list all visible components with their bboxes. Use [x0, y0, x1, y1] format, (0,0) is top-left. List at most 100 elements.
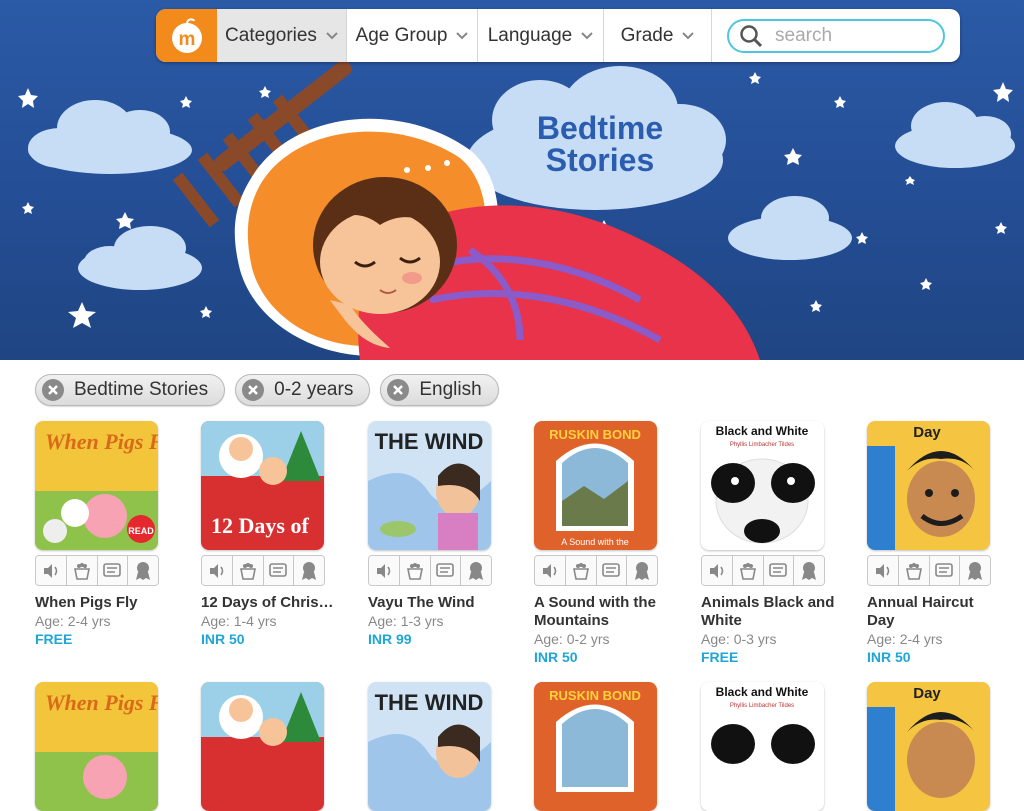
book-price: INR 50: [534, 649, 578, 665]
search-box[interactable]: [727, 18, 945, 53]
book-card[interactable]: 12 Days of 12 Days of Christ… Age: 1-4 y…: [201, 421, 341, 648]
animation-icon[interactable]: [898, 556, 930, 585]
hero-title: Bedtime Stories: [520, 112, 680, 176]
book-actions: [701, 555, 825, 586]
filter-chip-bedtime-stories[interactable]: Bedtime Stories: [35, 374, 226, 406]
text-icon[interactable]: [929, 556, 961, 585]
text-icon[interactable]: [430, 556, 462, 585]
animation-icon[interactable]: [565, 556, 597, 585]
book-card[interactable]: Black and White Phyllis Limbacher Tildes…: [701, 421, 841, 666]
text-icon[interactable]: [763, 556, 795, 585]
cover-title: THE WIND: [375, 429, 484, 454]
grade-dropdown[interactable]: Grade: [604, 9, 712, 62]
remove-filter-icon[interactable]: [242, 379, 265, 401]
remove-filter-icon[interactable]: [42, 379, 64, 401]
book-card[interactable]: Black and White Phyllis Limbacher Tildes: [701, 682, 841, 811]
book-card[interactable]: [201, 682, 341, 811]
hero-title-line2: Stories: [545, 142, 655, 178]
book-actions: [534, 555, 658, 586]
language-dropdown[interactable]: Language: [478, 9, 604, 62]
text-icon[interactable]: [263, 556, 295, 585]
cover-subtitle: A Sound with the: [561, 537, 629, 547]
search-input[interactable]: [773, 23, 927, 48]
language-label: Language: [487, 24, 573, 46]
logo-letter: m: [178, 29, 195, 50]
book-cover[interactable]: 12 Days of: [201, 421, 324, 550]
book-title[interactable]: Vayu The Wind: [368, 594, 502, 612]
filter-chip-label: Bedtime Stories: [74, 379, 209, 400]
book-title[interactable]: Animals Black and White: [701, 594, 835, 630]
book-card[interactable]: RUSKIN BOND A Sound with the A Sound wit…: [534, 421, 674, 666]
book-cover[interactable]: THE WIND: [368, 682, 491, 811]
active-filters: Bedtime Stories 0-2 years English: [35, 374, 499, 406]
age-group-label: Age Group: [355, 24, 448, 46]
book-age: Age: 2-4 yrs: [867, 631, 943, 647]
cover-title: RUSKIN BOND: [549, 427, 641, 442]
chevron-down-icon: [456, 31, 469, 39]
book-age: Age: 0-2 yrs: [534, 631, 610, 647]
animation-icon[interactable]: [66, 556, 98, 585]
top-nav: m Categories Age Group Language Grade: [156, 9, 960, 62]
read-badge: READ: [128, 526, 154, 536]
book-cover[interactable]: When Pigs Fly READ: [35, 421, 158, 550]
book-price: FREE: [35, 631, 73, 647]
chevron-down-icon: [682, 31, 695, 39]
book-card[interactable]: When Pigs Fly: [35, 682, 175, 811]
book-card[interactable]: When Pigs Fly READ When Pigs Fly Age: 2-…: [35, 421, 175, 648]
award-icon[interactable]: [960, 556, 990, 585]
text-icon[interactable]: [97, 556, 129, 585]
cover-title: Black and White: [716, 424, 809, 438]
book-title[interactable]: Annual Haircut Day: [867, 594, 1001, 630]
book-cover[interactable]: [201, 682, 324, 811]
audio-icon[interactable]: [868, 556, 899, 585]
book-card[interactable]: Day Annual Haircut Day Age: 2-4 yrs INR …: [867, 421, 1007, 666]
award-icon[interactable]: [627, 556, 657, 585]
book-title[interactable]: A Sound with the Mountains: [534, 594, 668, 630]
cover-subtitle: Phyllis Limbacher Tildes: [730, 442, 794, 448]
book-card[interactable]: THE WIND: [368, 682, 508, 811]
audio-icon[interactable]: [702, 556, 733, 585]
book-age: Age: 2-4 yrs: [35, 613, 111, 629]
book-actions: [201, 555, 325, 586]
chevron-down-icon: [581, 31, 593, 39]
book-card[interactable]: RUSKIN BOND: [534, 682, 674, 811]
audio-icon[interactable]: [202, 556, 233, 585]
animation-icon[interactable]: [732, 556, 764, 585]
filter-chip-language[interactable]: English: [380, 374, 499, 406]
book-title[interactable]: When Pigs Fly: [35, 594, 169, 612]
book-cover[interactable]: RUSKIN BOND: [534, 682, 657, 811]
search-area: [712, 9, 960, 62]
audio-icon[interactable]: [369, 556, 400, 585]
book-card[interactable]: Day: [867, 682, 1007, 811]
book-age: Age: 1-4 yrs: [201, 613, 277, 629]
audio-icon[interactable]: [535, 556, 566, 585]
book-cover[interactable]: THE WIND: [368, 421, 491, 550]
award-icon[interactable]: [294, 556, 324, 585]
text-icon[interactable]: [596, 556, 628, 585]
animation-icon[interactable]: [399, 556, 431, 585]
book-title[interactable]: 12 Days of Christ…: [201, 594, 335, 612]
book-cover[interactable]: Black and White Phyllis Limbacher Tildes: [701, 682, 824, 811]
book-cover[interactable]: Day: [867, 421, 990, 550]
book-actions: [867, 555, 991, 586]
book-cover[interactable]: Black and White Phyllis Limbacher Tildes: [701, 421, 824, 550]
cover-subtitle: Phyllis Limbacher Tildes: [730, 703, 794, 709]
categories-label: Categories: [225, 24, 317, 46]
award-icon[interactable]: [461, 556, 491, 585]
age-group-dropdown[interactable]: Age Group: [347, 9, 478, 62]
remove-filter-icon[interactable]: [387, 379, 410, 401]
filter-chip-age[interactable]: 0-2 years: [235, 374, 371, 406]
book-price: INR 50: [201, 631, 245, 647]
award-icon[interactable]: [794, 556, 824, 585]
home-logo[interactable]: m: [156, 9, 217, 62]
book-card[interactable]: THE WIND Vayu The Wind Age: 1-3 yrs INR …: [368, 421, 508, 648]
book-cover[interactable]: When Pigs Fly: [35, 682, 158, 811]
audio-icon[interactable]: [36, 556, 67, 585]
book-cover[interactable]: RUSKIN BOND A Sound with the: [534, 421, 657, 550]
animation-icon[interactable]: [232, 556, 264, 585]
book-cover[interactable]: Day: [867, 682, 990, 811]
cover-title: Day: [913, 685, 941, 702]
award-icon[interactable]: [128, 556, 158, 585]
categories-dropdown[interactable]: Categories: [217, 9, 347, 62]
grade-label: Grade: [620, 24, 674, 46]
